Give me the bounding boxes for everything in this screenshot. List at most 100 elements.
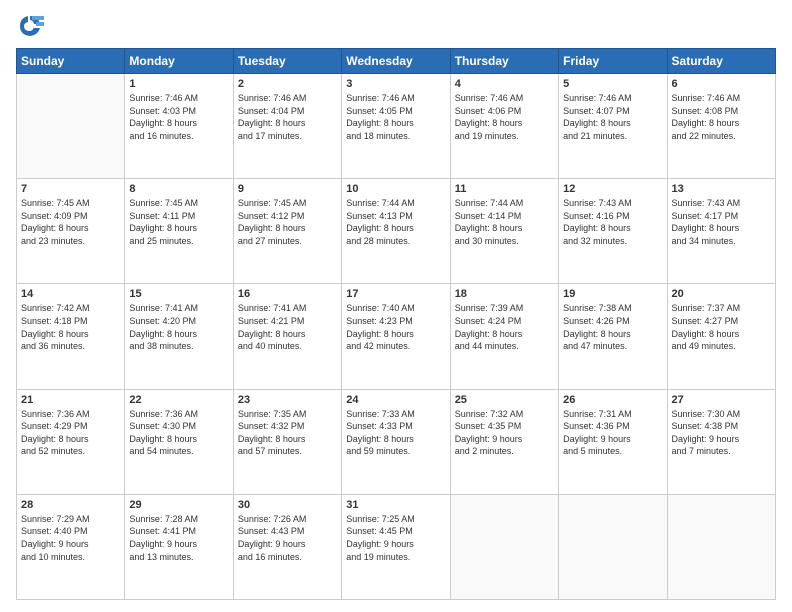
calendar-cell: 2 Sunrise: 7:46 AM Sunset: 4:04 PM Daylig… [233,74,341,179]
day-number: 30 [238,499,337,511]
day-number: 6 [672,78,771,90]
calendar-cell: 15 Sunrise: 7:41 AM Sunset: 4:20 PM Dayli… [125,284,233,389]
calendar-cell: 11 Sunrise: 7:44 AM Sunset: 4:14 PM Dayli… [450,179,558,284]
day-number: 9 [238,183,337,195]
day-number: 29 [129,499,228,511]
calendar-cell: 17 Sunrise: 7:40 AM Sunset: 4:23 PM Dayli… [342,284,450,389]
weekday-saturday: Saturday [667,49,775,74]
calendar-cell: 13Sunrise: 7:43 AM Sunset: 4:17 PM Dayli… [667,179,775,284]
calendar-table: SundayMondayTuesdayWednesdayThursdayFrid… [16,48,776,600]
day-number: 16 [238,288,337,300]
calendar-cell [667,494,775,599]
calendar-cell: 19Sunrise: 7:38 AM Sunset: 4:26 PM Dayli… [559,284,667,389]
week-row-2: 7Sunrise: 7:45 AM Sunset: 4:09 PM Daylig… [17,179,776,284]
day-number: 31 [346,499,445,511]
calendar-cell: 4 Sunrise: 7:46 AM Sunset: 4:06 PM Daylig… [450,74,558,179]
calendar-cell: 21 Sunrise: 7:36 AM Sunset: 4:29 PM Dayli… [17,389,125,494]
weekday-monday: Monday [125,49,233,74]
day-info: Sunrise: 7:29 AM Sunset: 4:40 PM Dayligh… [21,513,120,563]
header [16,12,776,40]
week-row-3: 14Sunrise: 7:42 AM Sunset: 4:18 PM Dayli… [17,284,776,389]
calendar-cell: 10 Sunrise: 7:44 AM Sunset: 4:13 PM Dayli… [342,179,450,284]
day-number: 27 [672,394,771,406]
logo-icon [16,12,44,40]
calendar-cell: 9 Sunrise: 7:45 AM Sunset: 4:12 PM Daylig… [233,179,341,284]
weekday-friday: Friday [559,49,667,74]
day-number: 10 [346,183,445,195]
weekday-wednesday: Wednesday [342,49,450,74]
calendar-cell: 7Sunrise: 7:45 AM Sunset: 4:09 PM Daylig… [17,179,125,284]
page: SundayMondayTuesdayWednesdayThursdayFrid… [0,0,792,612]
day-info: Sunrise: 7:33 AM Sunset: 4:33 PM Dayligh… [346,408,445,458]
day-number: 24 [346,394,445,406]
day-info: Sunrise: 7:36 AM Sunset: 4:30 PM Dayligh… [129,408,228,458]
day-info: Sunrise: 7:42 AM Sunset: 4:18 PM Dayligh… [21,302,120,352]
day-number: 19 [563,288,662,300]
day-number: 3 [346,78,445,90]
calendar-cell: 26Sunrise: 7:31 AM Sunset: 4:36 PM Dayli… [559,389,667,494]
day-info: Sunrise: 7:35 AM Sunset: 4:32 PM Dayligh… [238,408,337,458]
day-info: Sunrise: 7:41 AM Sunset: 4:21 PM Dayligh… [238,302,337,352]
calendar-cell: 3 Sunrise: 7:46 AM Sunset: 4:05 PM Daylig… [342,74,450,179]
day-info: Sunrise: 7:45 AM Sunset: 4:09 PM Dayligh… [21,197,120,247]
calendar-cell: 22Sunrise: 7:36 AM Sunset: 4:30 PM Dayli… [125,389,233,494]
day-number: 15 [129,288,228,300]
day-info: Sunrise: 7:45 AM Sunset: 4:12 PM Dayligh… [238,197,337,247]
day-info: Sunrise: 7:46 AM Sunset: 4:06 PM Dayligh… [455,92,554,142]
calendar-cell: 30 Sunrise: 7:26 AM Sunset: 4:43 PM Dayli… [233,494,341,599]
day-info: Sunrise: 7:36 AM Sunset: 4:29 PM Dayligh… [21,408,120,458]
day-number: 4 [455,78,554,90]
calendar-cell: 23 Sunrise: 7:35 AM Sunset: 4:32 PM Dayli… [233,389,341,494]
calendar-cell: 25Sunrise: 7:32 AM Sunset: 4:35 PM Dayli… [450,389,558,494]
day-info: Sunrise: 7:44 AM Sunset: 4:14 PM Dayligh… [455,197,554,247]
calendar-cell: 31 Sunrise: 7:25 AM Sunset: 4:45 PM Dayli… [342,494,450,599]
day-info: Sunrise: 7:39 AM Sunset: 4:24 PM Dayligh… [455,302,554,352]
calendar-cell: 6Sunrise: 7:46 AM Sunset: 4:08 PM Daylig… [667,74,775,179]
day-number: 12 [563,183,662,195]
day-info: Sunrise: 7:37 AM Sunset: 4:27 PM Dayligh… [672,302,771,352]
calendar-cell: 8 Sunrise: 7:45 AM Sunset: 4:11 PM Daylig… [125,179,233,284]
weekday-header-row: SundayMondayTuesdayWednesdayThursdayFrid… [17,49,776,74]
day-number: 28 [21,499,120,511]
weekday-thursday: Thursday [450,49,558,74]
calendar-cell: 24 Sunrise: 7:33 AM Sunset: 4:33 PM Dayli… [342,389,450,494]
day-info: Sunrise: 7:46 AM Sunset: 4:05 PM Dayligh… [346,92,445,142]
calendar-cell: 27 Sunrise: 7:30 AM Sunset: 4:38 PM Dayli… [667,389,775,494]
day-info: Sunrise: 7:26 AM Sunset: 4:43 PM Dayligh… [238,513,337,563]
calendar-cell [17,74,125,179]
day-info: Sunrise: 7:46 AM Sunset: 4:07 PM Dayligh… [563,92,662,142]
day-number: 23 [238,394,337,406]
calendar-cell [559,494,667,599]
day-number: 11 [455,183,554,195]
day-info: Sunrise: 7:41 AM Sunset: 4:20 PM Dayligh… [129,302,228,352]
day-info: Sunrise: 7:30 AM Sunset: 4:38 PM Dayligh… [672,408,771,458]
calendar-cell: 5 Sunrise: 7:46 AM Sunset: 4:07 PM Daylig… [559,74,667,179]
day-number: 25 [455,394,554,406]
day-info: Sunrise: 7:46 AM Sunset: 4:03 PM Dayligh… [129,92,228,142]
day-number: 18 [455,288,554,300]
day-number: 17 [346,288,445,300]
weekday-sunday: Sunday [17,49,125,74]
calendar-cell: 20Sunrise: 7:37 AM Sunset: 4:27 PM Dayli… [667,284,775,389]
day-info: Sunrise: 7:31 AM Sunset: 4:36 PM Dayligh… [563,408,662,458]
week-row-4: 21 Sunrise: 7:36 AM Sunset: 4:29 PM Dayli… [17,389,776,494]
calendar-cell: 29Sunrise: 7:28 AM Sunset: 4:41 PM Dayli… [125,494,233,599]
calendar-cell: 1 Sunrise: 7:46 AM Sunset: 4:03 PM Daylig… [125,74,233,179]
day-info: Sunrise: 7:43 AM Sunset: 4:17 PM Dayligh… [672,197,771,247]
day-info: Sunrise: 7:46 AM Sunset: 4:04 PM Dayligh… [238,92,337,142]
day-info: Sunrise: 7:43 AM Sunset: 4:16 PM Dayligh… [563,197,662,247]
day-number: 21 [21,394,120,406]
day-number: 8 [129,183,228,195]
weekday-tuesday: Tuesday [233,49,341,74]
day-number: 1 [129,78,228,90]
day-info: Sunrise: 7:40 AM Sunset: 4:23 PM Dayligh… [346,302,445,352]
day-info: Sunrise: 7:45 AM Sunset: 4:11 PM Dayligh… [129,197,228,247]
calendar-cell: 28 Sunrise: 7:29 AM Sunset: 4:40 PM Dayli… [17,494,125,599]
day-number: 5 [563,78,662,90]
week-row-5: 28 Sunrise: 7:29 AM Sunset: 4:40 PM Dayli… [17,494,776,599]
day-info: Sunrise: 7:25 AM Sunset: 4:45 PM Dayligh… [346,513,445,563]
calendar-cell: 16 Sunrise: 7:41 AM Sunset: 4:21 PM Dayli… [233,284,341,389]
day-number: 2 [238,78,337,90]
week-row-1: 1 Sunrise: 7:46 AM Sunset: 4:03 PM Daylig… [17,74,776,179]
day-info: Sunrise: 7:44 AM Sunset: 4:13 PM Dayligh… [346,197,445,247]
